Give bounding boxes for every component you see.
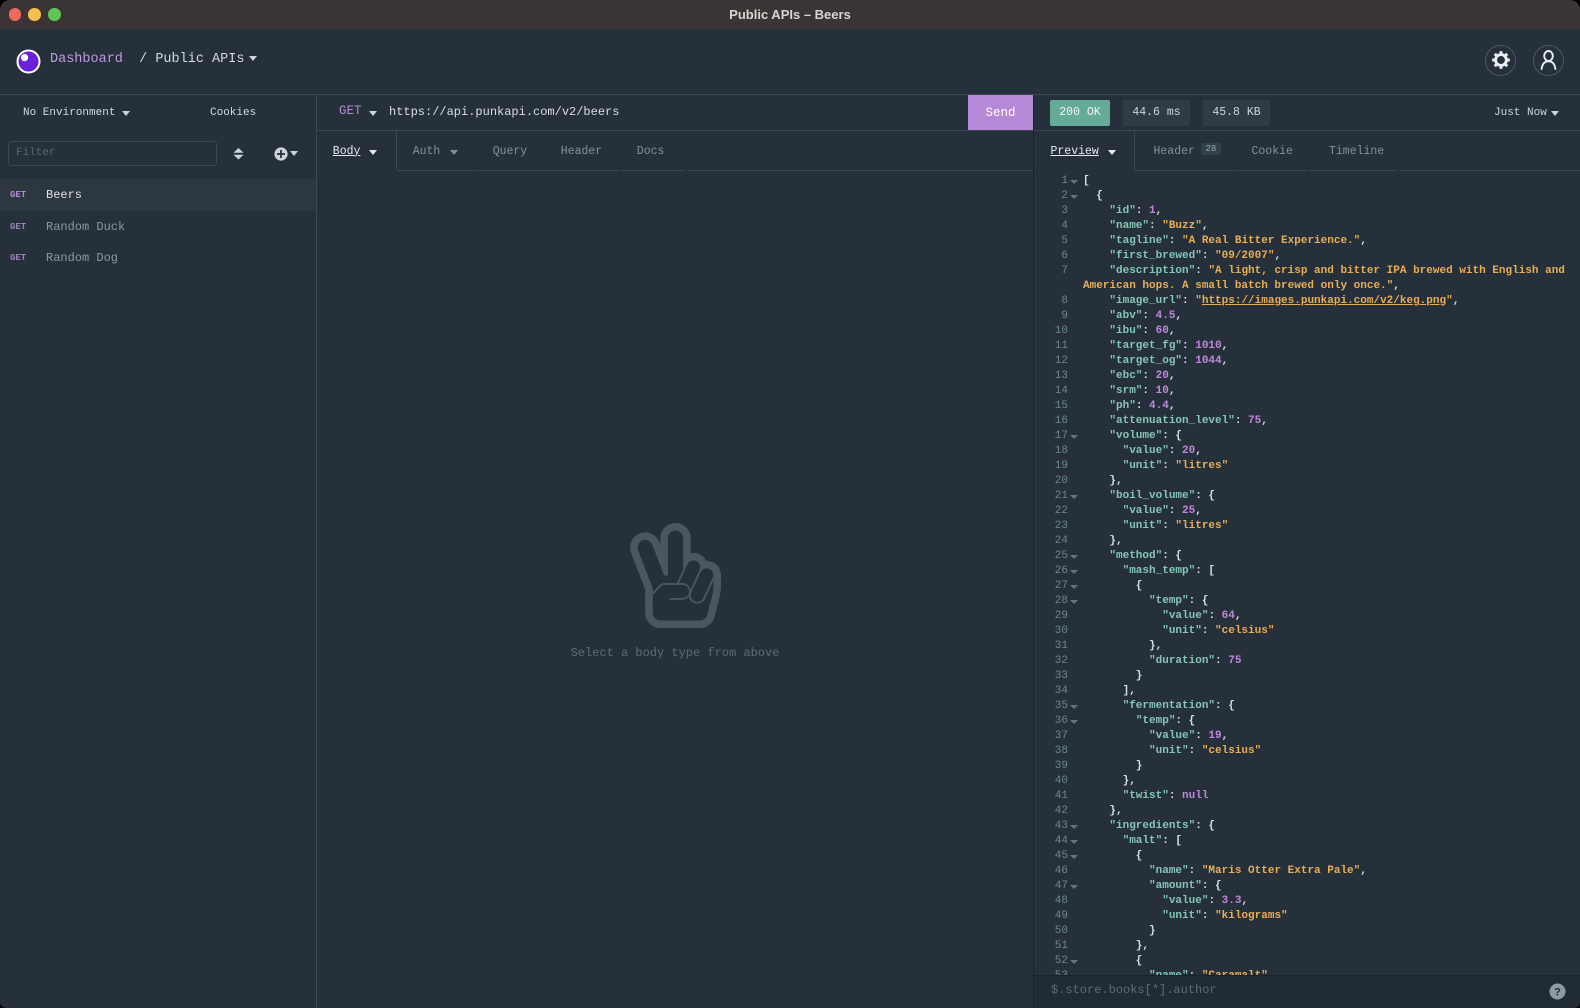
svg-text:?: ?	[1554, 987, 1561, 999]
